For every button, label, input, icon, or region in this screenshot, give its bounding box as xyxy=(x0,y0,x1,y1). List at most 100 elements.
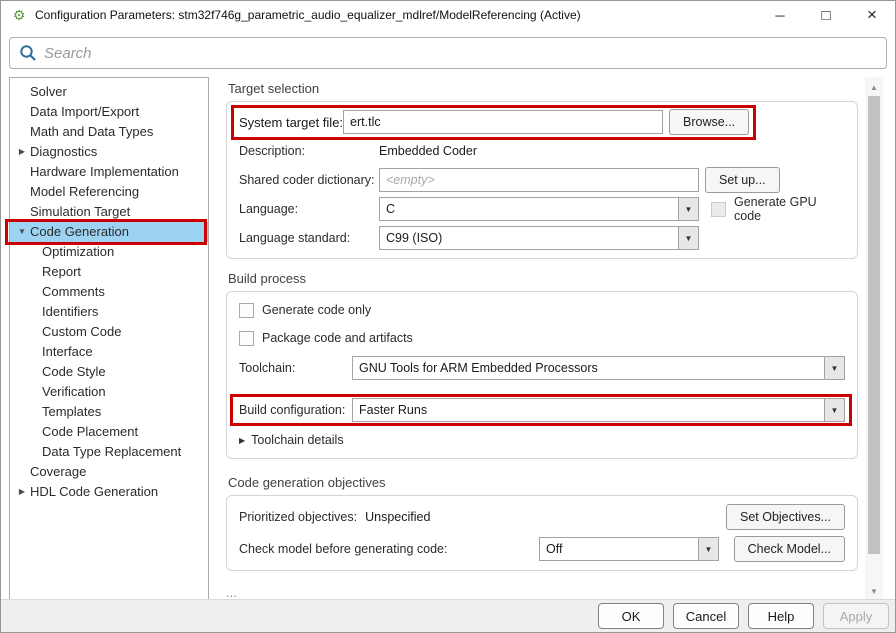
system-target-file-input[interactable] xyxy=(343,110,663,134)
sidebar-item-optimization[interactable]: Optimization xyxy=(10,242,208,262)
sidebar-item-hardware-implementation[interactable]: Hardware Implementation xyxy=(10,162,208,182)
package-code-label: Package code and artifacts xyxy=(262,331,413,345)
sidebar-item-report[interactable]: Report xyxy=(10,262,208,282)
tree-item-label: Report xyxy=(42,264,81,279)
close-icon[interactable]: × xyxy=(849,1,895,29)
sidebar-item-verification[interactable]: Verification xyxy=(10,382,208,402)
language-value: C xyxy=(380,198,678,220)
sidebar-item-coverage[interactable]: Coverage xyxy=(10,462,208,482)
cancel-button[interactable]: Cancel xyxy=(673,603,739,629)
chevron-down-icon[interactable]: ▼ xyxy=(678,227,698,249)
maximize-icon[interactable]: □ xyxy=(803,1,849,29)
chevron-right-icon[interactable]: ▶ xyxy=(16,142,28,162)
row-package-code: Package code and artifacts xyxy=(239,328,845,348)
build-configuration-dropdown[interactable]: Faster Runs ▼ xyxy=(352,398,845,422)
toolchain-details-toggle[interactable]: ▶ Toolchain details xyxy=(239,430,845,450)
window-title: Configuration Parameters: stm32f746g_par… xyxy=(35,8,581,22)
sidebar-item-identifiers[interactable]: Identifiers xyxy=(10,302,208,322)
prioritized-objectives-label: Prioritized objectives: xyxy=(239,510,357,524)
shared-coder-dictionary-input[interactable] xyxy=(379,168,699,192)
tree-item-label: Model Referencing xyxy=(30,184,139,199)
sidebar-item-code-style[interactable]: Code Style xyxy=(10,362,208,382)
chevron-down-icon[interactable]: ▼ xyxy=(824,357,844,379)
tree-item-label: Data Import/Export xyxy=(30,104,139,119)
check-model-dropdown[interactable]: Off ▼ xyxy=(539,537,719,561)
generate-code-only-checkbox[interactable] xyxy=(239,303,254,318)
chevron-down-icon[interactable]: ▼ xyxy=(678,198,698,220)
row-toolchain: Toolchain: GNU Tools for ARM Embedded Pr… xyxy=(239,356,845,380)
search-bar[interactable] xyxy=(9,37,887,69)
generate-code-only-label: Generate code only xyxy=(262,303,371,317)
settings-pane: Target selection System target file: Bro… xyxy=(226,81,858,600)
scroll-up-icon[interactable]: ▲ xyxy=(865,79,883,95)
minimize-icon[interactable]: ─ xyxy=(757,1,803,29)
group-target-selection: System target file: Browse... Descriptio… xyxy=(226,101,858,259)
sidebar-item-diagnostics[interactable]: ▶ Diagnostics xyxy=(10,142,208,162)
browse-button[interactable]: Browse... xyxy=(669,109,749,135)
chevron-down-icon[interactable]: ▼ xyxy=(824,399,844,421)
tree-item-label: Code Style xyxy=(42,364,106,379)
sidebar-item-code-placement[interactable]: Code Placement xyxy=(10,422,208,442)
chevron-down-icon[interactable]: ▼ xyxy=(16,222,28,242)
row-system-target-file: System target file: Browse... xyxy=(239,110,749,134)
tree-item-label: Math and Data Types xyxy=(30,124,153,139)
check-model-button[interactable]: Check Model... xyxy=(734,536,845,562)
scroll-down-icon[interactable]: ▼ xyxy=(865,583,883,599)
apply-button: Apply xyxy=(823,603,889,629)
sidebar-item-hdl-code-generation[interactable]: ▶ HDL Code Generation xyxy=(10,482,208,502)
sidebar-item-math-and-data-types[interactable]: Math and Data Types xyxy=(10,122,208,142)
sidebar-item-model-referencing[interactable]: Model Referencing xyxy=(10,182,208,202)
sidebar-item-code-generation[interactable]: ▼ Code Generation xyxy=(10,222,208,242)
tree-item-label: Simulation Target xyxy=(30,204,130,219)
help-button[interactable]: Help xyxy=(748,603,814,629)
generate-gpu-code-label: Generate GPU code xyxy=(734,195,845,223)
tree-item-label: Hardware Implementation xyxy=(30,164,179,179)
section-title-code-generation-objectives: Code generation objectives xyxy=(226,475,858,495)
sidebar-item-data-import-export[interactable]: Data Import/Export xyxy=(10,102,208,122)
shared-coder-dictionary-label: Shared coder dictionary: xyxy=(239,173,379,187)
language-standard-dropdown[interactable]: C99 (ISO) ▼ xyxy=(379,226,699,250)
search-icon xyxy=(19,44,37,62)
tree-item-label: Templates xyxy=(42,404,101,419)
generate-gpu-code-checkbox[interactable] xyxy=(711,202,726,217)
group-code-generation-objectives: Prioritized objectives: Unspecified Set … xyxy=(226,495,858,571)
tree-item-label: Custom Code xyxy=(42,324,121,339)
tree-item-label: Verification xyxy=(42,384,106,399)
row-language: Language: C ▼ Generate GPU code xyxy=(239,197,845,221)
description-value: Embedded Coder xyxy=(379,144,477,158)
build-configuration-value: Faster Runs xyxy=(353,399,824,421)
vertical-scrollbar[interactable]: ▲ ▼ xyxy=(865,77,883,601)
sidebar-item-data-type-replacement[interactable]: Data Type Replacement xyxy=(10,442,208,462)
search-input[interactable] xyxy=(44,45,877,62)
sidebar-item-simulation-target[interactable]: Simulation Target xyxy=(10,202,208,222)
sidebar-item-interface[interactable]: Interface xyxy=(10,342,208,362)
scrollbar-thumb[interactable] xyxy=(868,96,880,554)
dialog-footer: OK Cancel Help Apply xyxy=(1,599,895,632)
check-model-value: Off xyxy=(540,538,698,560)
set-objectives-button[interactable]: Set Objectives... xyxy=(726,504,845,530)
tree-item-label: Code Placement xyxy=(42,424,138,439)
set-up-button[interactable]: Set up... xyxy=(705,167,780,193)
language-label: Language: xyxy=(239,202,379,216)
simulink-settings-icon: ⚙ xyxy=(10,6,28,24)
package-code-checkbox[interactable] xyxy=(239,331,254,346)
toolchain-dropdown[interactable]: GNU Tools for ARM Embedded Processors ▼ xyxy=(352,356,845,380)
tree-item-label: Solver xyxy=(30,84,67,99)
tree-item-label: Comments xyxy=(42,284,105,299)
tree-item-label: Data Type Replacement xyxy=(42,444,181,459)
overflow-indicator: ... xyxy=(226,585,858,600)
chevron-down-icon[interactable]: ▼ xyxy=(698,538,718,560)
tree-item-label: Code Generation xyxy=(30,224,129,239)
tree-item-label: Coverage xyxy=(30,464,86,479)
sidebar-item-comments[interactable]: Comments xyxy=(10,282,208,302)
sidebar-item-templates[interactable]: Templates xyxy=(10,402,208,422)
sidebar-item-solver[interactable]: Solver xyxy=(10,82,208,102)
chevron-right-icon[interactable]: ▶ xyxy=(16,482,28,502)
title-bar: ⚙ Configuration Parameters: stm32f746g_p… xyxy=(1,1,895,29)
ok-button[interactable]: OK xyxy=(598,603,664,629)
row-language-standard: Language standard: C99 (ISO) ▼ xyxy=(239,226,845,250)
sidebar-item-custom-code[interactable]: Custom Code xyxy=(10,322,208,342)
category-tree: Solver Data Import/Export Math and Data … xyxy=(9,77,209,601)
description-label: Description: xyxy=(239,144,379,158)
language-dropdown[interactable]: C ▼ xyxy=(379,197,699,221)
